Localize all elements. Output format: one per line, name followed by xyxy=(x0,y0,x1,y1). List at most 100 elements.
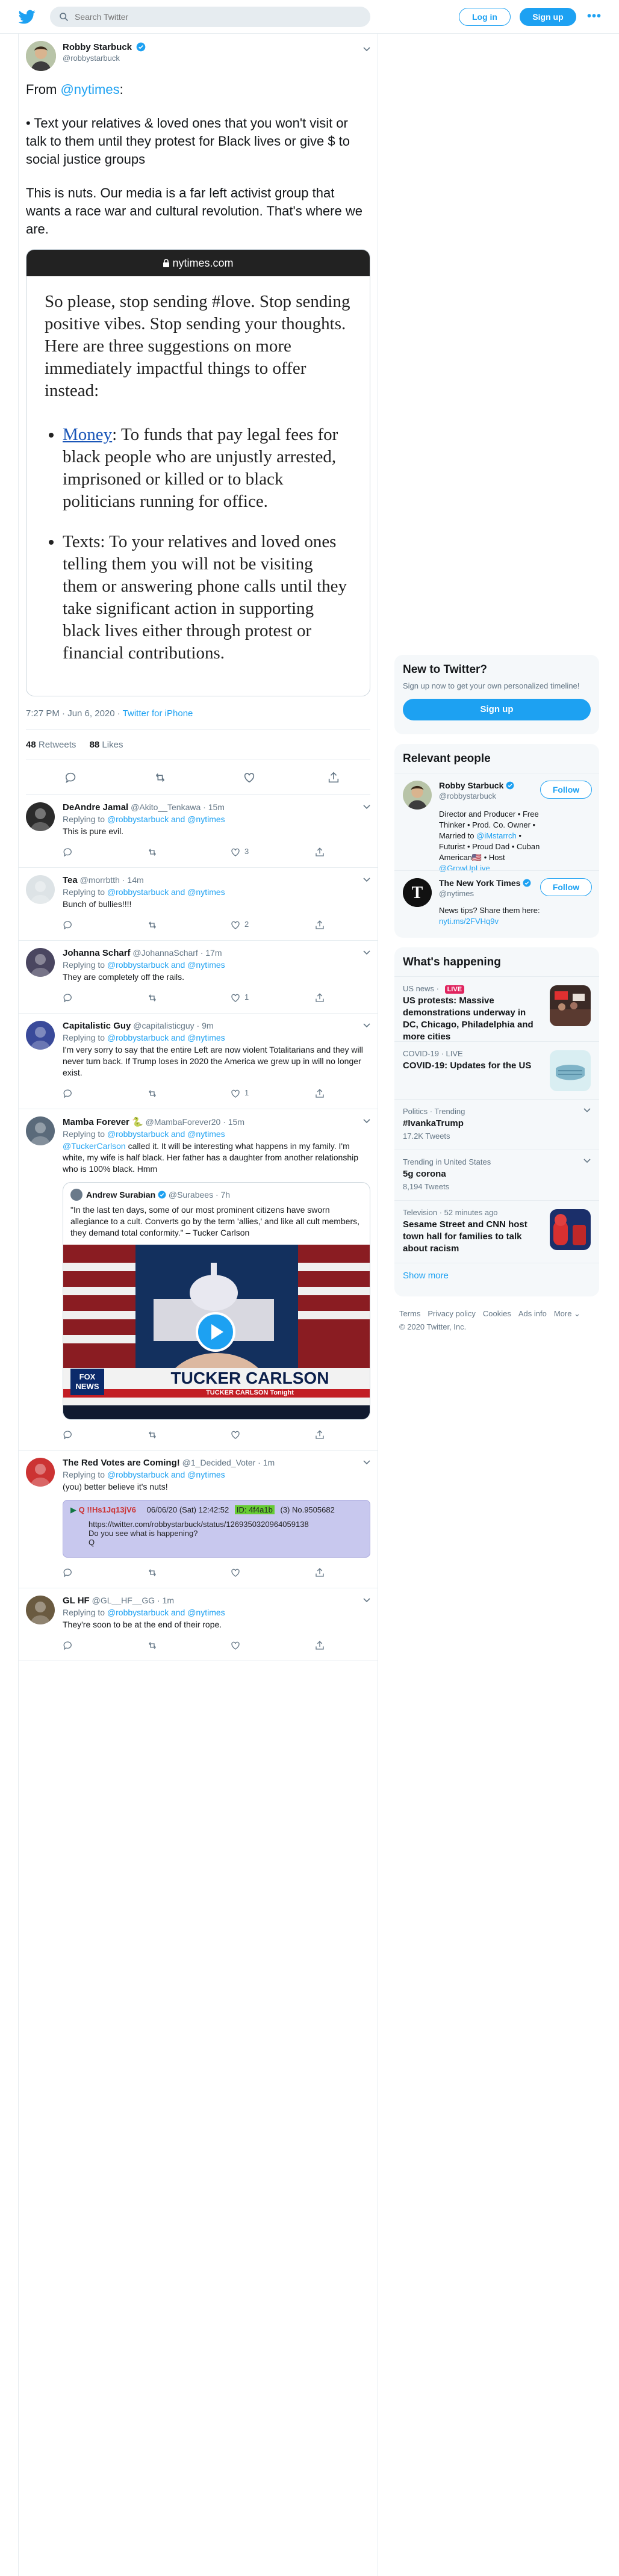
attached-image[interactable]: ▶ Q !!Hs1Jq13jV6 06/06/20 (Sat) 12:42:52… xyxy=(63,1500,370,1558)
follow-button[interactable]: Follow xyxy=(540,781,592,799)
embedded-image-card[interactable]: nytimes.com So please, stop sending #lov… xyxy=(26,249,370,696)
person-name[interactable]: Robby Starbuck xyxy=(439,781,503,790)
avatar[interactable] xyxy=(26,1116,55,1145)
avatar[interactable]: T xyxy=(403,878,432,907)
mention-link[interactable]: @TuckerCarlson xyxy=(63,1141,126,1151)
reply-icon[interactable] xyxy=(63,1429,73,1440)
avatar[interactable] xyxy=(26,1021,55,1050)
trend-item[interactable]: US news · LIVE US protests: Massive demo… xyxy=(394,976,599,1042)
replying-to-link[interactable]: @robbystarbuck and @nytimes xyxy=(107,1608,225,1617)
like-heart-icon[interactable] xyxy=(230,920,241,930)
avatar[interactable] xyxy=(403,781,432,810)
reply-author-name[interactable]: Johanna Scharf xyxy=(63,948,131,958)
person-name[interactable]: The New York Times xyxy=(439,878,520,888)
sidebar-signup-button[interactable]: Sign up xyxy=(403,699,591,720)
reply-icon[interactable] xyxy=(64,771,78,784)
quoted-tweet[interactable]: Andrew Surabian @Surabees · 7h "In the la… xyxy=(63,1182,370,1420)
reply-icon[interactable] xyxy=(63,992,73,1003)
avatar[interactable] xyxy=(26,875,55,904)
like-heart-icon[interactable] xyxy=(230,847,241,858)
reply-author-name[interactable]: Mamba Forever 🐍 xyxy=(63,1117,143,1127)
tweet-source-link[interactable]: Twitter for iPhone xyxy=(123,708,193,719)
retweet-icon[interactable] xyxy=(147,1640,158,1651)
like-heart-icon[interactable] xyxy=(230,1088,241,1099)
retweet-icon[interactable] xyxy=(154,771,167,784)
replying-to-link[interactable]: @robbystarbuck and @nytimes xyxy=(107,1033,225,1042)
follow-button[interactable]: Follow xyxy=(540,878,592,896)
footer-link[interactable]: Privacy policy xyxy=(428,1309,475,1318)
trend-item[interactable]: Television · 52 minutes ago Sesame Stree… xyxy=(394,1200,599,1263)
chevron-down-icon[interactable] xyxy=(363,47,370,52)
replying-to-link[interactable]: @robbystarbuck and @nytimes xyxy=(107,960,225,970)
bio-mention-link[interactable]: @iMstarrch xyxy=(476,831,517,840)
reply-tweet[interactable]: GL HF @GL__HF__GG · 1m Replying to @robby… xyxy=(19,1588,378,1661)
reply-tweet[interactable]: Mamba Forever 🐍 @MambaForever20 · 15m Rep… xyxy=(19,1109,378,1451)
footer-link[interactable]: More ⌄ xyxy=(554,1309,580,1318)
retweet-icon[interactable] xyxy=(147,1429,158,1440)
like-heart-icon[interactable] xyxy=(230,1567,241,1578)
reply-tweet[interactable]: The Red Votes are Coming! @1_Decided_Vot… xyxy=(19,1451,378,1588)
avatar[interactable] xyxy=(26,1596,55,1624)
twitter-logo-icon[interactable] xyxy=(18,8,36,25)
reply-tweet[interactable]: DeAndre Jamal @Akito__Tenkawa · 15m Reply… xyxy=(19,795,378,868)
play-button[interactable] xyxy=(196,1312,235,1352)
video-player[interactable]: TUCKER CARLSON TUCKER CARLSON Tonight FOX … xyxy=(63,1245,370,1419)
share-icon[interactable] xyxy=(314,1567,325,1578)
search-box[interactable] xyxy=(50,7,370,27)
show-more-link[interactable]: Show more xyxy=(394,1263,599,1290)
retweet-count-link[interactable]: 48 Retweets xyxy=(26,740,76,750)
author-block[interactable]: Robby Starbuck @robbystarbuck xyxy=(63,42,146,63)
like-count-link[interactable]: 88 Likes xyxy=(90,740,123,750)
reply-icon[interactable] xyxy=(63,1567,73,1578)
share-icon[interactable] xyxy=(314,992,325,1003)
footer-link[interactable]: Terms xyxy=(399,1309,420,1318)
trend-item[interactable]: Trending in United States 5g corona 8,19… xyxy=(394,1150,599,1200)
chevron-down-icon[interactable] xyxy=(363,1119,370,1124)
share-icon[interactable] xyxy=(314,1088,325,1099)
author-name[interactable]: Robby Starbuck xyxy=(63,42,132,52)
avatar[interactable] xyxy=(26,1458,55,1487)
chevron-down-icon[interactable] xyxy=(363,878,370,882)
like-heart-icon[interactable] xyxy=(230,992,241,1003)
person-item[interactable]: T The New York Times @nytimes Follow New… xyxy=(394,870,599,930)
share-icon[interactable] xyxy=(314,1640,325,1651)
reply-icon[interactable] xyxy=(63,1088,73,1099)
chevron-down-icon[interactable] xyxy=(363,1023,370,1028)
replying-to-link[interactable]: @robbystarbuck and @nytimes xyxy=(107,1129,225,1139)
reply-tweet[interactable]: Capitalistic Guy @capitalisticguy · 9m Re… xyxy=(19,1014,378,1109)
bio-link[interactable]: nyti.ms/2FVHq9v xyxy=(439,917,499,926)
trend-item[interactable]: Politics · Trending #IvankaTrump 17.2K T… xyxy=(394,1099,599,1150)
retweet-icon[interactable] xyxy=(147,920,158,930)
share-icon[interactable] xyxy=(314,920,325,930)
like-heart-icon[interactable] xyxy=(230,1640,241,1651)
signup-button[interactable]: Sign up xyxy=(520,8,576,26)
footer-link[interactable]: Ads info xyxy=(518,1309,547,1318)
reply-tweet[interactable]: Tea @morrbtth · 14m Replying to @robbysta… xyxy=(19,868,378,941)
replying-to-link[interactable]: @robbystarbuck and @nytimes xyxy=(107,1470,225,1479)
reply-author-name[interactable]: Tea xyxy=(63,875,78,885)
chevron-down-icon[interactable] xyxy=(583,1108,591,1113)
avatar[interactable] xyxy=(26,41,56,71)
reply-icon[interactable] xyxy=(63,920,73,930)
person-item[interactable]: Robby Starbuck @robbystarbuck Follow Dir… xyxy=(394,773,599,873)
replying-to-link[interactable]: @robbystarbuck and @nytimes xyxy=(107,814,225,824)
retweet-icon[interactable] xyxy=(147,1567,158,1578)
mention-link[interactable]: @nytimes xyxy=(60,82,119,97)
retweet-icon[interactable] xyxy=(147,1088,158,1099)
chevron-down-icon[interactable] xyxy=(363,1598,370,1603)
share-icon[interactable] xyxy=(327,771,340,784)
chevron-down-icon[interactable] xyxy=(363,805,370,810)
like-heart-icon[interactable] xyxy=(230,1429,241,1440)
like-heart-icon[interactable] xyxy=(243,771,256,784)
footer-link[interactable]: Cookies xyxy=(483,1309,511,1318)
login-button[interactable]: Log in xyxy=(459,8,511,26)
reply-author-name[interactable]: GL HF xyxy=(63,1596,90,1606)
more-menu-icon[interactable]: ••• xyxy=(587,10,602,23)
avatar[interactable] xyxy=(26,802,55,831)
chevron-down-icon[interactable] xyxy=(363,950,370,955)
share-icon[interactable] xyxy=(314,1429,325,1440)
search-input[interactable] xyxy=(75,12,364,22)
reply-icon[interactable] xyxy=(63,847,73,858)
reply-author-name[interactable]: The Red Votes are Coming! xyxy=(63,1458,180,1468)
share-icon[interactable] xyxy=(314,847,325,858)
